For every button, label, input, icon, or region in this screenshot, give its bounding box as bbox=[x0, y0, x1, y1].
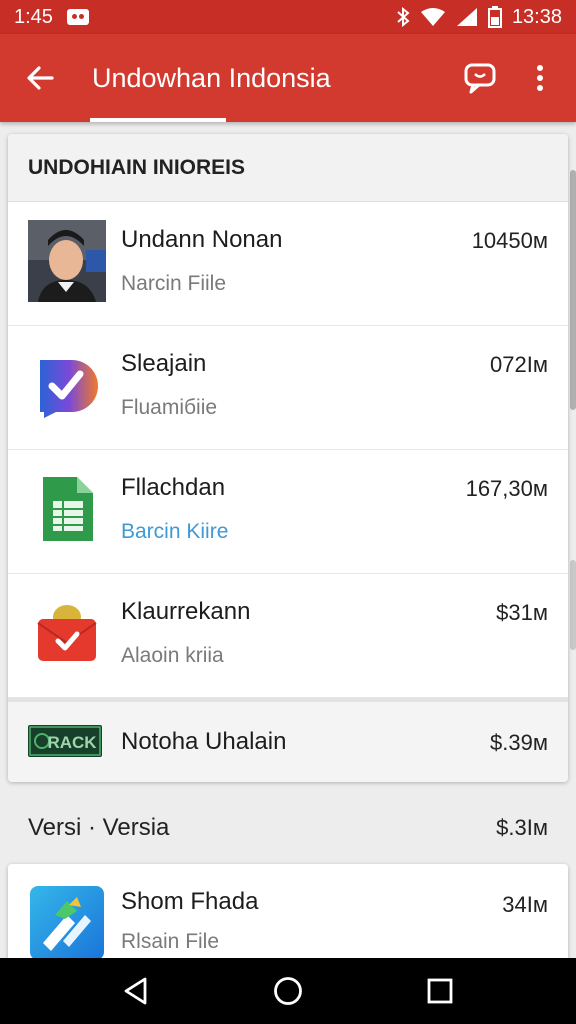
list-card: UNDOHIAIN INIOREIS Undann Nonan Narcin F… bbox=[8, 134, 568, 782]
nav-back-icon bbox=[124, 977, 147, 1005]
check-app-icon bbox=[28, 344, 106, 426]
item-name: Sleajain bbox=[121, 350, 207, 377]
nav-back-button[interactable] bbox=[106, 961, 166, 1021]
item-name: Undann Nonan bbox=[121, 226, 283, 253]
item-subtitle: Rlsain File bbox=[121, 930, 220, 953]
item-value: 34Iм bbox=[502, 892, 548, 917]
list-item[interactable]: Undann Nonan Narcin Fiile 10450м bbox=[8, 202, 568, 326]
app-bar: Undowhan Indonsia bbox=[0, 34, 576, 122]
item-name: Fllachdan bbox=[121, 474, 226, 501]
item-value: 167,30м bbox=[465, 476, 548, 501]
list-item[interactable]: RACK Notoha Uhalain $.39м bbox=[8, 698, 568, 782]
app-logo-icon bbox=[28, 882, 106, 964]
nav-home-button[interactable] bbox=[258, 961, 318, 1021]
item-value: $31м bbox=[496, 600, 548, 625]
item-subtitle: Narcin Fiile bbox=[121, 272, 227, 295]
system-nav-bar bbox=[0, 958, 576, 1024]
bluetooth-icon bbox=[397, 7, 410, 27]
item-name: Klaurrekann bbox=[121, 598, 251, 625]
item-subtitle: Barcin Kiire bbox=[121, 520, 229, 543]
wifi-icon bbox=[420, 8, 445, 26]
more-options-button[interactable] bbox=[510, 34, 570, 122]
more-vert-icon bbox=[537, 65, 543, 91]
avatar bbox=[28, 220, 106, 302]
item-subtitle: Alaoin kriia bbox=[121, 644, 224, 667]
notification-icon bbox=[66, 9, 89, 25]
scrollbar-track bbox=[570, 560, 576, 650]
item-value: 10450м bbox=[471, 228, 548, 253]
rack-badge: RACK bbox=[28, 724, 102, 758]
section-row[interactable]: Versi · Versia $.3Iм bbox=[0, 806, 576, 850]
status-bar: 1:45 13:38 bbox=[0, 0, 576, 34]
status-time-right: 13:38 bbox=[511, 5, 562, 28]
spreadsheet-icon bbox=[28, 468, 106, 550]
back-button[interactable] bbox=[0, 34, 80, 122]
item-name: Notoha Uhalain bbox=[121, 728, 287, 755]
nav-home-icon bbox=[274, 977, 302, 1005]
list-item[interactable]: Sleajain Fluamiбiie 072Iм bbox=[8, 326, 568, 450]
chat-button[interactable] bbox=[450, 34, 510, 122]
chat-bubble-icon bbox=[464, 63, 496, 94]
page-title: Undowhan Indonsia bbox=[92, 62, 331, 93]
list-item[interactable]: Klaurrekann Alaoin kriia $31м bbox=[8, 574, 568, 698]
item-value: $.39м bbox=[490, 730, 548, 755]
item-name: Shom Fhada bbox=[121, 888, 259, 915]
back-arrow-icon bbox=[27, 66, 54, 90]
badge-text: RACK bbox=[47, 733, 97, 752]
signal-icon bbox=[456, 8, 477, 26]
nav-recents-button[interactable] bbox=[410, 961, 470, 1021]
item-value: 072Iм bbox=[490, 352, 548, 377]
list-item[interactable]: Fllachdan Barcin Kiire 167,30м bbox=[8, 450, 568, 574]
folder-check-icon bbox=[28, 592, 106, 674]
tab-indicator bbox=[90, 118, 226, 122]
nav-recents-icon bbox=[427, 978, 453, 1004]
scrollbar[interactable] bbox=[570, 170, 576, 410]
section-value: $.3Iм bbox=[496, 815, 548, 840]
section-label: Versi · Versia bbox=[28, 814, 170, 841]
status-time-left: 1:45 bbox=[14, 5, 53, 28]
list-header: UNDOHIAIN INIOREIS bbox=[8, 134, 568, 202]
battery-icon bbox=[487, 6, 502, 28]
item-subtitle: Fluamiбiie bbox=[121, 396, 218, 419]
